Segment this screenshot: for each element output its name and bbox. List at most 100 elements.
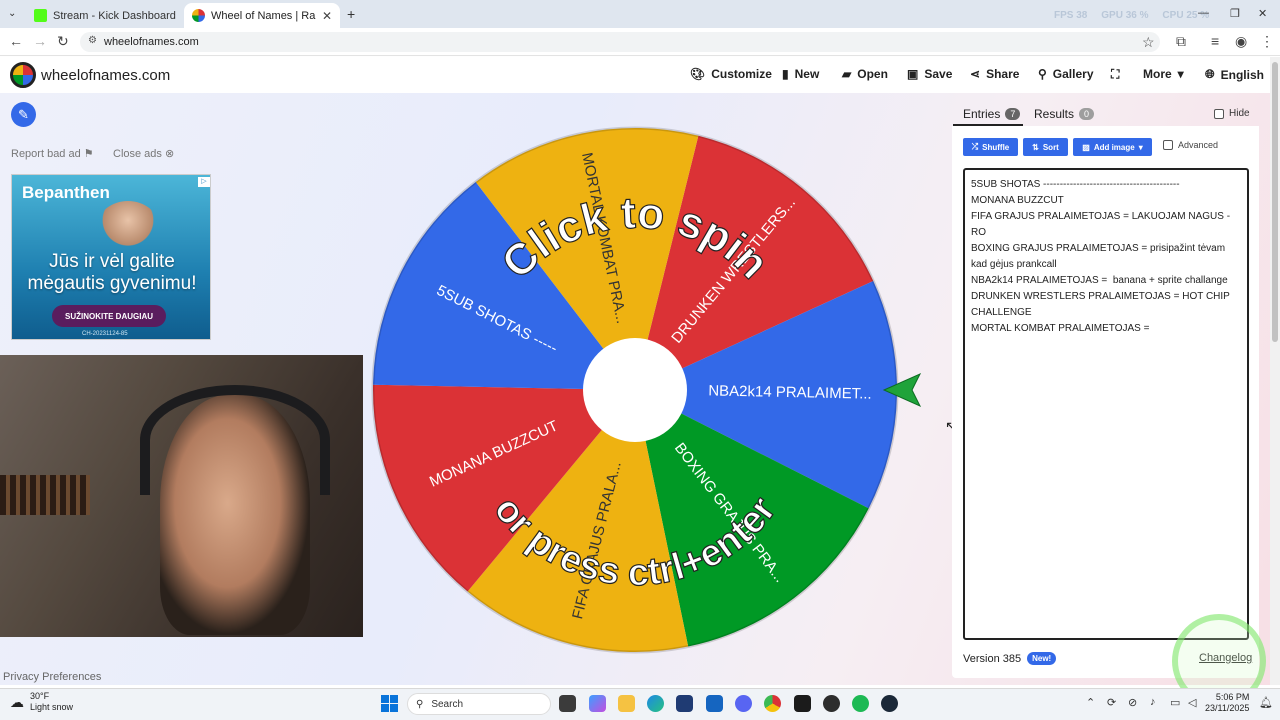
tray-mic-icon[interactable]: ♪ bbox=[1150, 696, 1156, 708]
menu-label: English bbox=[1220, 67, 1264, 82]
new-tab-button[interactable]: + bbox=[347, 6, 355, 22]
flag-icon: ⚑ bbox=[83, 148, 94, 160]
notification-icon[interactable]: 🔔︎ bbox=[1259, 696, 1273, 709]
tab-search-icon[interactable]: ⌄ bbox=[8, 8, 16, 19]
close-circle-icon: ⊗ bbox=[164, 148, 175, 160]
tray-sync-icon[interactable]: ⟳ bbox=[1107, 696, 1116, 709]
tab-wheel-of-names[interactable]: Wheel of Names | Random nam ✕ bbox=[184, 3, 340, 28]
taskbar-clock[interactable]: 5:06 PM 23/11/2025 bbox=[1205, 692, 1249, 714]
spin-wheel[interactable]: DRUNKEN WRESTLERS... NBA2k14 PRALAIMET...… bbox=[370, 125, 900, 655]
restore-icon[interactable]: ❐ bbox=[1230, 7, 1240, 20]
gallery-button[interactable]: ⚲ Gallery bbox=[1038, 67, 1094, 81]
advanced-label: Advanced bbox=[1178, 140, 1219, 150]
task-view-icon[interactable] bbox=[559, 695, 576, 712]
tray-volume-icon[interactable]: ◁ bbox=[1188, 696, 1196, 709]
wheel-pointer-icon bbox=[882, 372, 922, 408]
customize-button[interactable]: 🎨︎ Customize bbox=[690, 67, 772, 81]
checkbox-icon[interactable] bbox=[1214, 108, 1224, 119]
advertisement[interactable]: Bepanthen ▷ Jūs ir vėl galite mėgautis g… bbox=[11, 174, 211, 340]
windows-start-icon[interactable] bbox=[381, 695, 398, 712]
browser-menu-icon[interactable]: ⋮ bbox=[1260, 33, 1274, 50]
tab-title: Stream - Kick Dashboard bbox=[53, 9, 176, 22]
entries-count-badge: 7 bbox=[1005, 108, 1021, 120]
advanced-checkbox[interactable]: Advanced bbox=[1163, 140, 1218, 150]
edge-icon[interactable] bbox=[647, 695, 664, 712]
back-icon[interactable]: ← bbox=[9, 33, 23, 49]
pencil-icon: ✎ bbox=[18, 106, 29, 122]
gpu-value: 36 % bbox=[1125, 10, 1149, 21]
site-info-icon[interactable]: ⚙ bbox=[88, 35, 97, 46]
reload-icon[interactable]: ↻ bbox=[57, 33, 69, 50]
kick-favicon-icon bbox=[34, 9, 47, 22]
close-ads-link[interactable]: Close ads ⊗ bbox=[113, 147, 174, 160]
copilot-icon[interactable] bbox=[589, 695, 606, 712]
tab-entries[interactable]: Entries 7 bbox=[963, 107, 1021, 121]
close-ads-label: Close ads bbox=[113, 148, 162, 160]
steam-icon[interactable] bbox=[881, 695, 898, 712]
file-explorer-icon[interactable] bbox=[618, 695, 635, 712]
hide-checkbox[interactable]: Hide bbox=[1214, 108, 1250, 119]
results-label: Results bbox=[1034, 107, 1075, 121]
add-image-label: Add image bbox=[1093, 142, 1135, 152]
edit-pencil-button[interactable]: ✎ bbox=[11, 102, 36, 127]
address-bar[interactable]: ⚙ wheelofnames.com bbox=[80, 32, 1160, 52]
sort-button[interactable]: ⇅ Sort bbox=[1023, 138, 1068, 156]
tray-chevron-icon[interactable]: ⌃ bbox=[1086, 696, 1095, 709]
fullscreen-button[interactable]: ⛶ bbox=[1111, 67, 1119, 82]
shuffle-button[interactable]: ⤮ Shuffle bbox=[963, 138, 1018, 156]
fps-label: FPS bbox=[1054, 10, 1074, 21]
close-tab-icon[interactable]: ✕ bbox=[322, 9, 332, 23]
new-button[interactable]: ▮ New bbox=[782, 67, 819, 81]
open-button[interactable]: ▰ Open bbox=[842, 67, 888, 81]
sort-label: Sort bbox=[1042, 142, 1059, 152]
obs-icon[interactable] bbox=[823, 695, 840, 712]
store-icon[interactable] bbox=[676, 695, 693, 712]
media-control-icon[interactable]: ≡ bbox=[1211, 33, 1219, 49]
chrome-icon[interactable] bbox=[764, 695, 781, 712]
version-info: Version 385 New! bbox=[963, 652, 1057, 665]
weather-widget[interactable]: ☁ 30°F Light snow bbox=[10, 691, 73, 713]
app-icon[interactable] bbox=[794, 695, 811, 712]
adchoices-icon[interactable]: ▷ bbox=[198, 177, 210, 187]
tab-results[interactable]: Results 0 bbox=[1034, 107, 1095, 121]
tray-display-icon[interactable]: ▭ bbox=[1170, 696, 1180, 709]
outlook-icon[interactable] bbox=[706, 695, 723, 712]
tab-kick-dashboard[interactable]: Stream - Kick Dashboard ✕ bbox=[26, 3, 182, 28]
taskbar-search[interactable]: ⚲ Search bbox=[407, 693, 551, 715]
ad-cta-button[interactable]: SUŽINOKITE DAUGIAU bbox=[52, 305, 166, 327]
more-menu-button[interactable]: More ▾ bbox=[1143, 67, 1184, 81]
discord-icon[interactable] bbox=[735, 695, 752, 712]
profile-icon[interactable]: ◉ bbox=[1235, 33, 1247, 50]
entries-textarea[interactable]: 5SUB SHOTAS ----------------------------… bbox=[963, 168, 1249, 640]
chevron-down-icon: ▾ bbox=[1138, 142, 1143, 152]
shuffle-icon: ⤮ bbox=[971, 142, 979, 151]
extensions-icon[interactable]: ⧉ bbox=[1176, 33, 1186, 50]
menu-label: New bbox=[794, 67, 820, 81]
site-name[interactable]: wheelofnames.com bbox=[41, 67, 170, 84]
bookmark-star-icon[interactable]: ☆ bbox=[1142, 34, 1155, 51]
clock-time: 5:06 PM bbox=[1215, 692, 1250, 702]
privacy-preferences-link[interactable]: Privacy Preferences bbox=[3, 671, 101, 683]
weather-temp: 30°F bbox=[30, 691, 50, 701]
tray-network-icon[interactable]: ⊘ bbox=[1128, 696, 1137, 709]
minimize-icon[interactable]: — bbox=[1198, 7, 1209, 19]
report-bad-ad-link[interactable]: Report bad ad ⚑ bbox=[11, 147, 94, 160]
forward-icon[interactable]: → bbox=[33, 33, 47, 49]
wheel-logo-icon[interactable] bbox=[10, 62, 36, 88]
save-button[interactable]: ▣ Save bbox=[907, 67, 952, 81]
spotify-icon[interactable] bbox=[852, 695, 869, 712]
weather-desc: Light snow bbox=[30, 702, 74, 712]
scrollbar-thumb[interactable] bbox=[1272, 62, 1278, 342]
checkbox-icon[interactable] bbox=[1163, 140, 1173, 150]
wheel-center[interactable] bbox=[583, 338, 687, 442]
add-image-button[interactable]: ▨ Add image ▾ bbox=[1073, 138, 1152, 156]
search-label: Search bbox=[431, 698, 464, 710]
language-button[interactable]: 🌐︎ English bbox=[1205, 67, 1264, 82]
headphones-icon bbox=[140, 385, 330, 495]
close-window-icon[interactable]: ✕ bbox=[1258, 7, 1267, 20]
search-icon: ⚲ bbox=[416, 698, 424, 710]
share-button[interactable]: ⋖ Share bbox=[970, 67, 1019, 81]
wheel-graphic[interactable]: DRUNKEN WRESTLERS...NBA2k14 PRALAIMET...… bbox=[370, 125, 900, 655]
wheel-favicon-icon bbox=[192, 9, 205, 22]
webcam-overlay bbox=[0, 355, 363, 637]
